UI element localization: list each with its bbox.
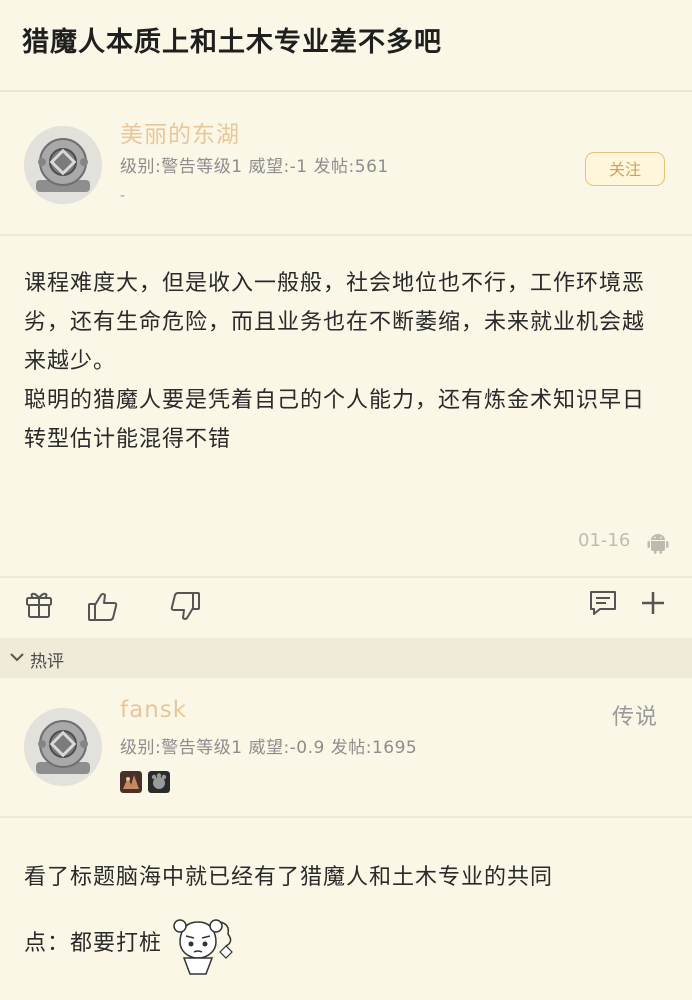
post-time: 01-16 [578,530,631,551]
follow-button[interactable]: 关注 [585,152,665,186]
gift-icon [26,592,52,618]
comment-button[interactable] [586,586,620,620]
reply-line: 点：都要打桩 [24,911,664,977]
avatar[interactable] [24,126,102,204]
diving-helmet-icon [24,126,102,204]
post-content: 课程难度大，但是收入一般般，社会地位也不行，工作环境恶劣，还有生命危险，而且业务… [24,264,664,459]
thumbs-up-icon [88,593,118,621]
title-divider [0,90,692,92]
reply-user-meta: 级别:警告等级1 威望:-0.9 发帖:1695 [120,738,418,758]
gift-button[interactable] [22,587,56,621]
thumbs-down-icon [170,592,200,620]
reply-avatar[interactable] [24,708,102,786]
reply-line-text: 点：都要打桩 [24,931,163,956]
reply-username[interactable]: fansk [120,697,187,723]
chevron-down-icon[interactable] [8,648,26,666]
post-paragraph: 聪明的猎魔人要是凭着自己的个人能力，还有炼金术知识早日转型估计能混得不错 [24,388,646,452]
android-icon [647,534,669,554]
post-signature: - [120,188,126,204]
like-button[interactable] [86,590,120,624]
hot-comments-label[interactable]: 热评 [30,647,64,672]
reply-rank: 传说 [612,705,659,730]
post-username[interactable]: 美丽的东湖 [120,115,240,149]
plus-icon [642,592,664,614]
hot-comments-bar[interactable] [0,638,692,678]
post-user-meta: 级别:警告等级1 威望:-1 发帖:561 [120,157,389,177]
reply-content: 看了标题脑海中就已经有了猎魔人和土木专业的共同 点：都要打桩 [24,845,664,977]
sticker-icon [173,919,233,975]
post-header-divider [0,234,692,236]
badge-icon [120,771,142,793]
dislike-button[interactable] [168,589,202,623]
diving-helmet-icon [24,708,102,786]
add-button[interactable] [636,586,670,620]
reply-line: 看了标题脑海中就已经有了猎魔人和土木专业的共同 [24,865,554,890]
post-paragraph: 课程难度大，但是收入一般般，社会地位也不行，工作环境恶劣，还有生命危险，而且业务… [24,271,646,374]
thread-title: 猎魔人本质上和土木专业差不多吧 [22,27,442,58]
actions-divider [0,576,692,578]
reply-header-divider [0,816,692,818]
comment-icon [590,591,616,615]
badge-icon [148,771,170,793]
